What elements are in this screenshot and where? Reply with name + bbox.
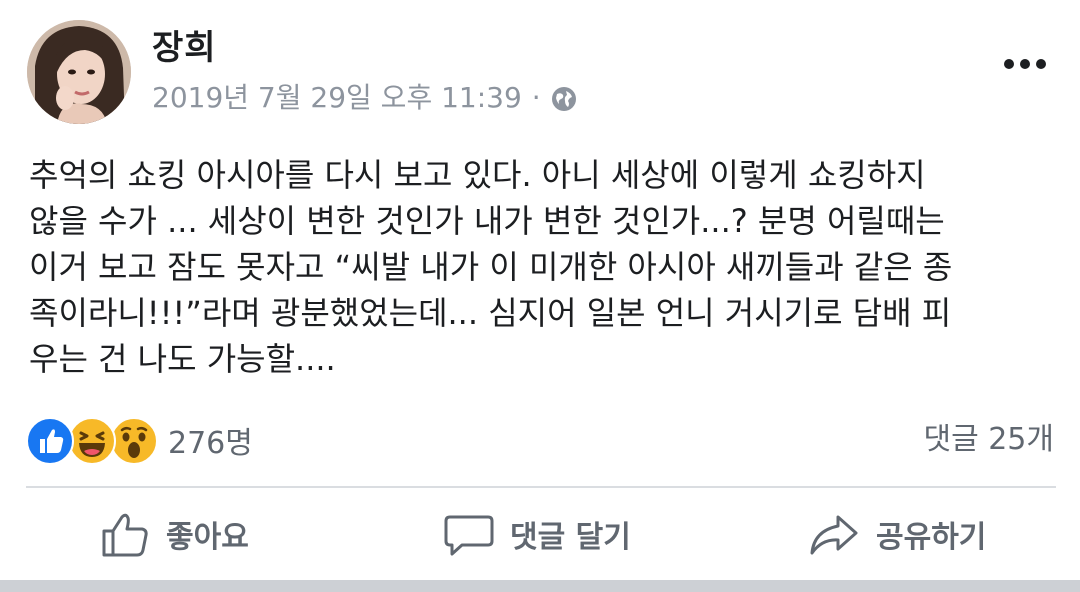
globe-icon <box>551 85 577 111</box>
share-arrow-icon <box>808 509 860 559</box>
post-card: 장희 2019년 7월 29일 오후 11:39 · 추억의 쇼킹 아시아를 다… <box>0 0 1080 580</box>
more-dots-icon <box>1004 59 1014 69</box>
thumbs-up-icon <box>100 509 150 559</box>
author-avatar[interactable] <box>27 20 131 124</box>
comment-button[interactable]: 댓글 달기 <box>444 488 631 580</box>
more-options-button[interactable] <box>995 44 1055 84</box>
meta-separator: · <box>531 81 541 114</box>
share-button[interactable]: 공유하기 <box>808 488 986 580</box>
reaction-icons <box>26 416 158 465</box>
like-reaction-icon <box>26 417 74 465</box>
post-meta: 2019년 7월 29일 오후 11:39 · <box>152 80 577 116</box>
comment-count[interactable]: 댓글 25개 <box>923 418 1054 462</box>
post-timestamp[interactable]: 2019년 7월 29일 오후 11:39 <box>152 80 522 116</box>
comment-bubble-icon <box>444 509 494 559</box>
avatar-image <box>27 20 131 124</box>
feed-separator <box>0 580 1080 592</box>
like-button[interactable]: 좋아요 <box>100 488 249 580</box>
reaction-count: 276명 <box>168 426 253 461</box>
like-label: 좋아요 <box>166 520 249 555</box>
wow-reaction-icon <box>110 417 158 465</box>
reactions-summary[interactable]: 276명 <box>26 416 253 465</box>
haha-reaction-icon <box>68 417 116 465</box>
author-name[interactable]: 장희 <box>152 28 217 68</box>
share-label: 공유하기 <box>876 520 987 555</box>
post-text: 추억의 쇼킹 아시아를 다시 보고 있다. 아니 세상에 이렇게 쇼킹하지 않을… <box>29 156 953 378</box>
action-bar: 좋아요 댓글 달기 공유하기 <box>0 488 1080 580</box>
comment-label: 댓글 달기 <box>510 520 631 555</box>
